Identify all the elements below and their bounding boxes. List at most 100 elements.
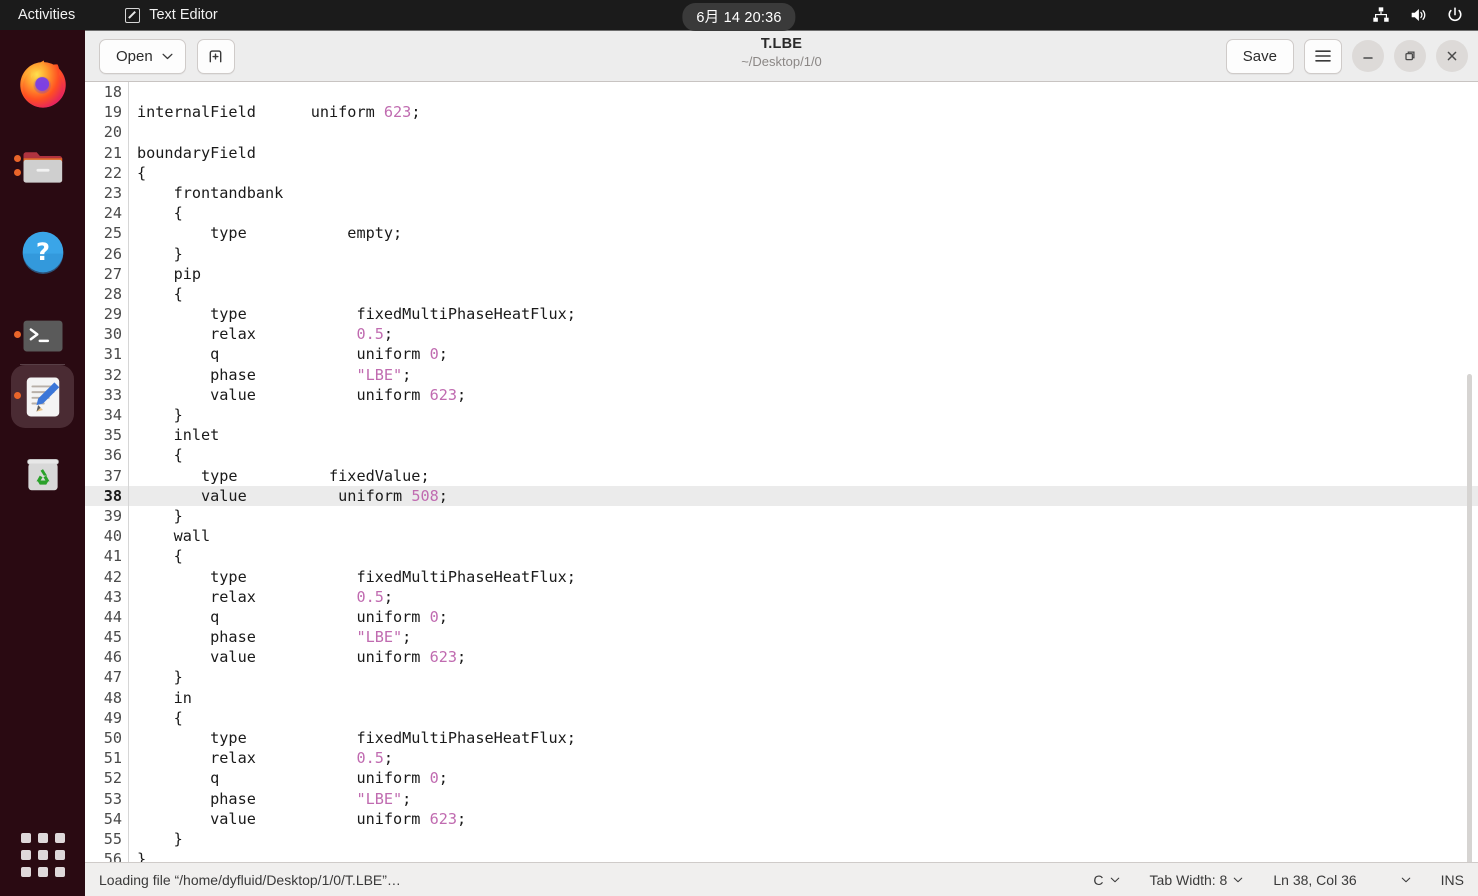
code-line[interactable]: 19 internalField uniform 623;: [85, 102, 1478, 122]
network-icon: [1373, 7, 1389, 22]
line-number: 35: [103, 426, 122, 445]
line-number: 41: [103, 547, 122, 566]
code-line[interactable]: 22 {: [85, 163, 1478, 183]
code-line[interactable]: 45 phase "LBE";: [85, 627, 1478, 647]
files-folder-icon: [23, 151, 62, 183]
code-line[interactable]: 25 type empty;: [85, 223, 1478, 243]
code-line[interactable]: 51 relax 0.5;: [85, 748, 1478, 768]
code-line[interactable]: 50 type fixedMultiPhaseHeatFlux;: [85, 728, 1478, 748]
code-line[interactable]: 33 value uniform 623;: [85, 385, 1478, 405]
code-line[interactable]: 21 boundaryField: [85, 143, 1478, 163]
code-line[interactable]: 44 q uniform 0;: [85, 607, 1478, 627]
code-line[interactable]: 48 in: [85, 688, 1478, 708]
code-line[interactable]: 52 q uniform 0;: [85, 768, 1478, 788]
line-number: 29: [103, 305, 122, 324]
clock-button[interactable]: 6月 14 20:36: [682, 3, 796, 31]
minimize-button[interactable]: [1352, 40, 1384, 72]
line-number: 26: [103, 244, 122, 263]
code-line[interactable]: 55 }: [85, 829, 1478, 849]
code-line[interactable]: 47 }: [85, 667, 1478, 687]
help-icon: ?: [22, 231, 63, 274]
chevron-down-icon: [1401, 877, 1410, 882]
code-line[interactable]: 26 }: [85, 244, 1478, 264]
code-line[interactable]: 31 q uniform 0;: [85, 344, 1478, 364]
vertical-scrollbar[interactable]: [1467, 374, 1472, 862]
insert-mode-indicator[interactable]: INS: [1441, 872, 1464, 888]
grid-cell: [20, 832, 31, 843]
language-selector[interactable]: C: [1093, 872, 1119, 888]
code-line-text: q uniform 0;: [137, 345, 448, 364]
code-line[interactable]: 53 phase "LBE";: [85, 789, 1478, 809]
gutter-separator: [127, 82, 129, 862]
code-line[interactable]: 27 pip: [85, 264, 1478, 284]
code-line-text: }: [137, 829, 183, 848]
active-app-indicator[interactable]: Text Editor: [125, 7, 218, 23]
code-line[interactable]: 18: [85, 82, 1478, 102]
line-number: 53: [103, 789, 122, 808]
source-code-view[interactable]: 18 19 internalField uniform 623; 20 21 bounda…: [85, 82, 1478, 862]
chevron-down-icon: [1110, 877, 1119, 882]
insert-mode-label: INS: [1440, 871, 1464, 888]
line-number: 22: [103, 163, 122, 182]
code-line-text: {: [137, 547, 183, 566]
line-number: 56: [103, 850, 122, 862]
code-line-text: relax 0.5;: [137, 325, 394, 344]
system-tray[interactable]: [1372, 0, 1464, 30]
code-line[interactable]: 49 {: [85, 708, 1478, 728]
code-line-text: internalField uniform 623;: [137, 103, 421, 122]
dock-item-text-editor[interactable]: [11, 365, 74, 428]
code-line[interactable]: 43 relax 0.5;: [85, 587, 1478, 607]
code-line[interactable]: 36 {: [85, 445, 1478, 465]
line-number: 18: [103, 83, 122, 101]
code-line[interactable]: 35 inlet: [85, 425, 1478, 445]
code-line[interactable]: 28 {: [85, 284, 1478, 304]
editor-area[interactable]: 18 19 internalField uniform 623; 20 21 bounda…: [85, 82, 1478, 862]
grid-cell: [20, 849, 31, 860]
tab-width-selector[interactable]: Tab Width: 8: [1150, 872, 1244, 888]
code-line[interactable]: 56}: [85, 849, 1478, 862]
code-line[interactable]: 37 type fixedValue;: [85, 466, 1478, 486]
cursor-position-selector[interactable]: Ln 38, Col 36: [1273, 872, 1410, 888]
grid-cell: [37, 849, 48, 860]
code-line[interactable]: 20: [85, 122, 1478, 142]
code-line[interactable]: 40 wall: [85, 526, 1478, 546]
code-line[interactable]: 30 relax 0.5;: [85, 324, 1478, 344]
trash-icon: [26, 458, 59, 490]
code-line[interactable]: 32 phase "LBE";: [85, 365, 1478, 385]
dock-item-trash[interactable]: [11, 442, 74, 505]
dock-item-help[interactable]: ?: [11, 220, 74, 283]
code-line[interactable]: 39 }: [85, 506, 1478, 526]
code-line[interactable]: 34 }: [85, 405, 1478, 425]
dock-item-files[interactable]: [11, 136, 74, 199]
code-line[interactable]: 42 type fixedMultiPhaseHeatFlux;: [85, 567, 1478, 587]
code-line-text: q uniform 0;: [137, 607, 448, 626]
code-line-text: value uniform 623;: [137, 809, 467, 828]
line-number: 44: [103, 607, 122, 626]
line-number: 42: [103, 567, 122, 586]
code-line-text: pip: [137, 264, 202, 283]
dock-item-terminal[interactable]: [11, 304, 74, 367]
close-button[interactable]: [1436, 40, 1468, 72]
save-button[interactable]: Save: [1225, 38, 1294, 74]
hamburger-menu-icon: [1315, 50, 1331, 62]
line-number: 20: [103, 123, 122, 142]
code-line[interactable]: 23 frontandbank: [85, 183, 1478, 203]
code-line[interactable]: 54 value uniform 623;: [85, 809, 1478, 829]
main-menu-button[interactable]: [1304, 38, 1342, 74]
line-number: 51: [103, 749, 122, 768]
activities-button[interactable]: Activities: [18, 7, 75, 23]
open-button[interactable]: Open: [99, 38, 186, 74]
code-line[interactable]: 24 {: [85, 203, 1478, 223]
code-line[interactable]: 29 type fixedMultiPhaseHeatFlux;: [85, 304, 1478, 324]
line-number: 50: [103, 729, 122, 747]
line-number: 45: [103, 628, 122, 647]
dock-item-firefox[interactable]: [11, 52, 74, 115]
code-line[interactable]: 38 value uniform 508;: [85, 485, 1478, 506]
line-number: 34: [103, 406, 122, 424]
code-line[interactable]: 41 {: [85, 546, 1478, 566]
volume-icon: [1411, 9, 1426, 21]
code-line[interactable]: 46 value uniform 623;: [85, 647, 1478, 667]
new-document-button[interactable]: [196, 38, 235, 74]
maximize-button[interactable]: [1394, 40, 1426, 72]
show-applications-button[interactable]: [11, 823, 74, 886]
